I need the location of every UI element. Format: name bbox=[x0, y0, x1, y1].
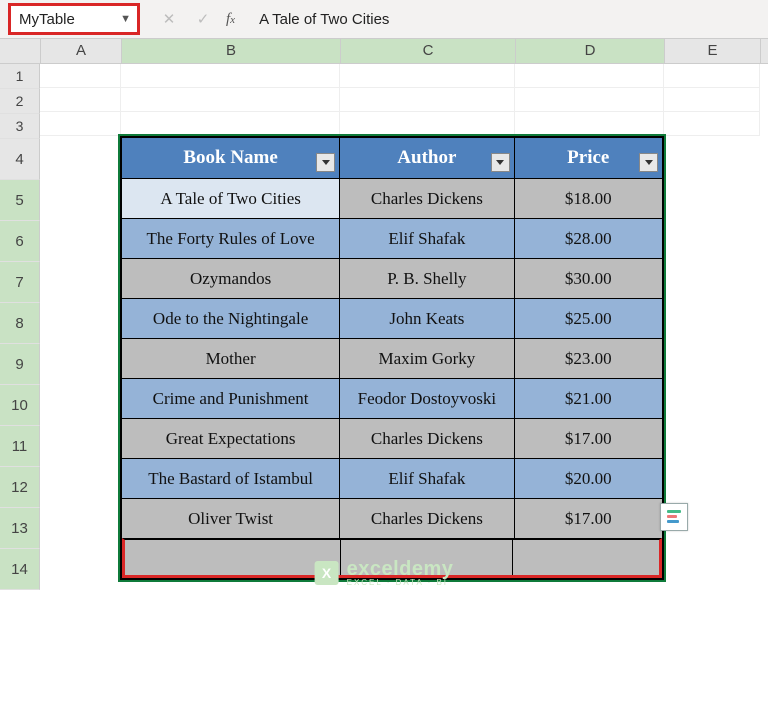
table-header-label: Book Name bbox=[183, 147, 277, 169]
table-header-author[interactable]: Author bbox=[340, 138, 514, 178]
cell-book[interactable]: The Bastard of Istambul bbox=[122, 458, 340, 498]
row-header-9[interactable]: 9 bbox=[0, 344, 40, 385]
logo-title: exceldemy bbox=[347, 559, 454, 579]
cell-price[interactable]: $17.00 bbox=[515, 418, 662, 458]
table-row[interactable]: The Forty Rules of Love Elif Shafak $28.… bbox=[122, 218, 662, 258]
cell-author[interactable]: P. B. Shelly bbox=[340, 258, 514, 298]
table-row[interactable]: Crime and Punishment Feodor Dostoyvoski … bbox=[122, 378, 662, 418]
cell-book[interactable]: Ode to the Nightingale bbox=[122, 298, 340, 338]
cell-book[interactable]: The Forty Rules of Love bbox=[122, 218, 340, 258]
table-header-row: Book Name Author Price bbox=[122, 138, 662, 178]
column-header-a[interactable]: A bbox=[41, 39, 122, 63]
select-all-corner[interactable] bbox=[0, 39, 41, 63]
table-row[interactable]: A Tale of Two Cities Charles Dickens $18… bbox=[122, 178, 662, 218]
row-header-4[interactable]: 4 bbox=[0, 139, 40, 180]
cell-price[interactable]: $28.00 bbox=[515, 218, 662, 258]
cell-price[interactable]: $30.00 bbox=[515, 258, 662, 298]
cell-author[interactable]: John Keats bbox=[340, 298, 514, 338]
row-header-2[interactable]: 2 bbox=[0, 89, 40, 114]
name-box-text: MyTable bbox=[19, 11, 75, 28]
formula-bar: MyTable ▼ ✕ ✓ fx A Tale of Two Cities bbox=[0, 0, 768, 39]
cell-price[interactable]: $20.00 bbox=[515, 458, 662, 498]
cancel-icon[interactable]: ✕ bbox=[158, 10, 180, 28]
table-row[interactable]: Ozymandos P. B. Shelly $30.00 bbox=[122, 258, 662, 298]
table-header-label: Author bbox=[397, 147, 456, 169]
cell-book[interactable]: Great Expectations bbox=[122, 418, 340, 458]
table-row[interactable]: Ode to the Nightingale John Keats $25.00 bbox=[122, 298, 662, 338]
column-header-e[interactable]: E bbox=[665, 39, 761, 63]
row-header-13[interactable]: 13 bbox=[0, 508, 40, 549]
logo-icon: X bbox=[315, 561, 339, 585]
name-box[interactable]: MyTable ▼ bbox=[8, 3, 140, 35]
cell-author[interactable]: Maxim Gorky bbox=[340, 338, 514, 378]
cell-author[interactable]: Elif Shafak bbox=[340, 458, 514, 498]
column-headers: A B C D E bbox=[0, 39, 768, 64]
row-header-3[interactable]: 3 bbox=[0, 114, 40, 139]
row-header-7[interactable]: 7 bbox=[0, 262, 40, 303]
cell-empty[interactable] bbox=[125, 540, 341, 575]
cell-book[interactable]: A Tale of Two Cities bbox=[122, 178, 340, 218]
table-row[interactable]: Mother Maxim Gorky $23.00 bbox=[122, 338, 662, 378]
cell-price[interactable]: $23.00 bbox=[515, 338, 662, 378]
cell-book[interactable]: Mother bbox=[122, 338, 340, 378]
cell-author[interactable]: Charles Dickens bbox=[340, 178, 514, 218]
cell-book[interactable]: Crime and Punishment bbox=[122, 378, 340, 418]
filter-button[interactable] bbox=[491, 153, 510, 172]
fx-icon[interactable]: fx bbox=[226, 11, 235, 28]
column-header-c[interactable]: C bbox=[341, 39, 516, 63]
cell-price[interactable]: $18.00 bbox=[515, 178, 662, 218]
table-header-book[interactable]: Book Name bbox=[122, 138, 340, 178]
cell-book[interactable]: Ozymandos bbox=[122, 258, 340, 298]
confirm-icon[interactable]: ✓ bbox=[192, 10, 214, 28]
row-header-14[interactable]: 14 bbox=[0, 549, 40, 590]
cell-author[interactable]: Charles Dickens bbox=[340, 418, 514, 458]
row-header-1[interactable]: 1 bbox=[0, 64, 40, 89]
table-header-label: Price bbox=[567, 147, 609, 169]
cell-author[interactable]: Charles Dickens bbox=[340, 498, 514, 538]
row-headers: 1 2 3 4 5 6 7 8 9 10 11 12 13 14 bbox=[0, 64, 40, 590]
cell-author[interactable]: Elif Shafak bbox=[340, 218, 514, 258]
logo-subtitle: EXCEL · DATA · BI bbox=[347, 579, 454, 587]
cell-price[interactable]: $21.00 bbox=[515, 378, 662, 418]
cell-price[interactable]: $25.00 bbox=[515, 298, 662, 338]
table-row[interactable]: Oliver Twist Charles Dickens $17.00 bbox=[122, 498, 662, 538]
column-header-b[interactable]: B bbox=[122, 39, 341, 63]
filter-button[interactable] bbox=[316, 153, 335, 172]
logo-watermark: X exceldemy EXCEL · DATA · BI bbox=[315, 559, 454, 587]
row-header-11[interactable]: 11 bbox=[0, 426, 40, 467]
row-header-5[interactable]: 5 bbox=[0, 180, 40, 221]
row-header-8[interactable]: 8 bbox=[0, 303, 40, 344]
table-header-price[interactable]: Price bbox=[515, 138, 662, 178]
row-header-6[interactable]: 6 bbox=[0, 221, 40, 262]
table-row[interactable]: The Bastard of Istambul Elif Shafak $20.… bbox=[122, 458, 662, 498]
cell-price[interactable]: $17.00 bbox=[515, 498, 662, 538]
cell-book[interactable]: Oliver Twist bbox=[122, 498, 340, 538]
row-header-12[interactable]: 12 bbox=[0, 467, 40, 508]
quick-analysis-icon[interactable] bbox=[660, 503, 688, 531]
cell-author[interactable]: Feodor Dostoyvoski bbox=[340, 378, 514, 418]
cell-empty[interactable] bbox=[513, 540, 659, 575]
excel-table[interactable]: Book Name Author Price A Tale of Two Cit… bbox=[120, 136, 664, 580]
dropdown-icon[interactable]: ▼ bbox=[120, 13, 137, 25]
table-row[interactable]: Great Expectations Charles Dickens $17.0… bbox=[122, 418, 662, 458]
formula-text[interactable]: A Tale of Two Cities bbox=[259, 11, 389, 28]
row-header-10[interactable]: 10 bbox=[0, 385, 40, 426]
column-header-d[interactable]: D bbox=[516, 39, 665, 63]
filter-button[interactable] bbox=[639, 153, 658, 172]
